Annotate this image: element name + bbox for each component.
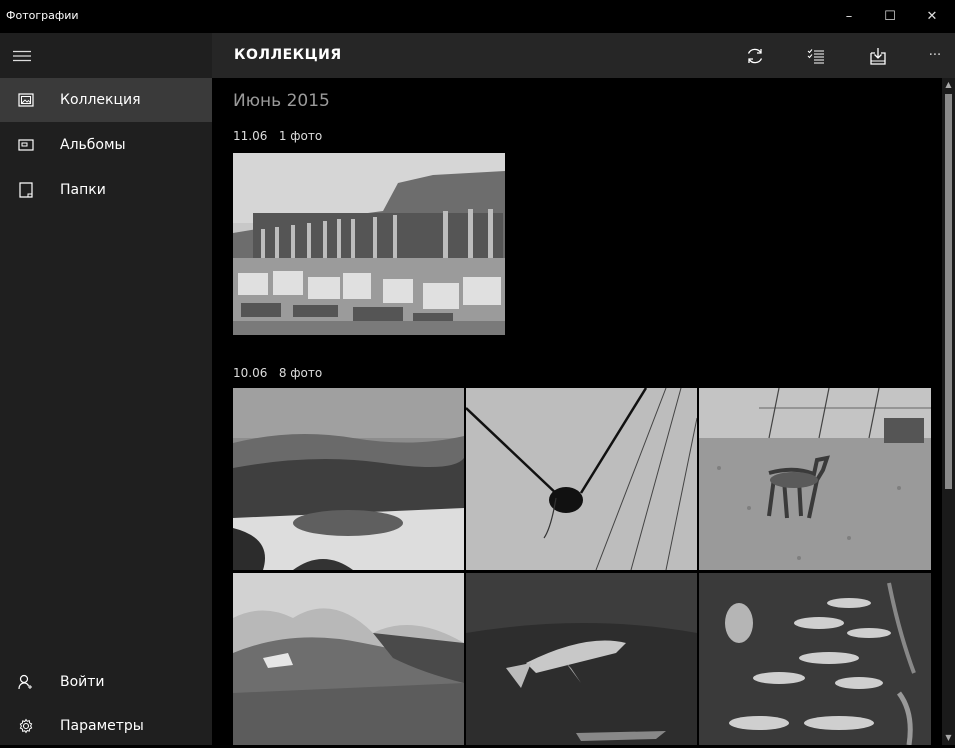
photo-thumbnail-shark[interactable] <box>466 573 697 745</box>
settings-button[interactable]: Параметры <box>0 704 212 748</box>
sidebar-item-folders[interactable]: Папки <box>0 168 212 212</box>
collection-icon <box>17 91 35 109</box>
maximize-button[interactable]: ☐ <box>867 0 913 33</box>
sidebar-item-label: Папки <box>60 182 106 198</box>
album-icon <box>17 136 35 154</box>
title-bar: Фотографии – ☐ ✕ <box>0 0 955 33</box>
scroll-up-button[interactable]: ▲ <box>942 79 955 91</box>
scroll-down-button[interactable]: ▼ <box>942 732 955 744</box>
group-date: 10.06 <box>233 366 268 380</box>
photo-thumbnail-ruins[interactable] <box>233 153 505 335</box>
group-count: 8 фото <box>278 366 323 380</box>
group-count: 1 фото <box>278 129 323 143</box>
sign-in-label: Войти <box>60 674 105 690</box>
settings-label: Параметры <box>60 718 144 734</box>
scrollbar[interactable]: ▲ ▼ <box>942 78 955 745</box>
import-icon[interactable] <box>858 33 898 78</box>
page-title: КОЛЛЕКЦИЯ <box>234 47 342 63</box>
close-button[interactable]: ✕ <box>909 0 955 33</box>
photo-thumbnail-dog[interactable] <box>699 388 931 570</box>
minimize-button[interactable]: – <box>826 0 872 33</box>
header-bar: КОЛЛЕКЦИЯ ··· <box>212 33 955 78</box>
refresh-icon[interactable] <box>735 33 775 78</box>
select-icon[interactable] <box>796 33 836 78</box>
person-icon <box>17 673 35 691</box>
photo-thumbnail-landscape[interactable] <box>233 388 464 570</box>
group-date: 11.06 <box>233 129 268 143</box>
sidebar-item-albums[interactable]: Альбомы <box>0 123 212 167</box>
sidebar-item-label: Коллекция <box>60 92 141 108</box>
collection-view: Июнь 2015 11.06 1 фото 10.06 8 фото <box>212 78 942 745</box>
sidebar-item-collection[interactable]: Коллекция <box>0 78 212 122</box>
more-icon[interactable]: ··· <box>915 33 955 78</box>
sign-in-button[interactable]: Войти <box>0 660 212 704</box>
window-title: Фотографии <box>6 9 79 22</box>
group-header: 10.06 8 фото <box>233 366 322 380</box>
group-header: 11.06 1 фото <box>233 129 322 143</box>
photo-thumbnail-swing[interactable] <box>466 388 697 570</box>
sidebar-item-label: Альбомы <box>60 137 126 153</box>
scrollbar-thumb[interactable] <box>945 94 952 489</box>
photo-thumbnail-coral[interactable] <box>699 573 931 745</box>
hamburger-icon[interactable] <box>10 46 34 66</box>
month-heading: Июнь 2015 <box>233 91 330 111</box>
gear-icon <box>17 717 35 735</box>
folder-icon <box>17 181 35 199</box>
photo-thumbnail-mountains[interactable] <box>233 573 464 745</box>
sidebar: Коллекция Альбомы Папки Войти Параметры <box>0 33 212 745</box>
